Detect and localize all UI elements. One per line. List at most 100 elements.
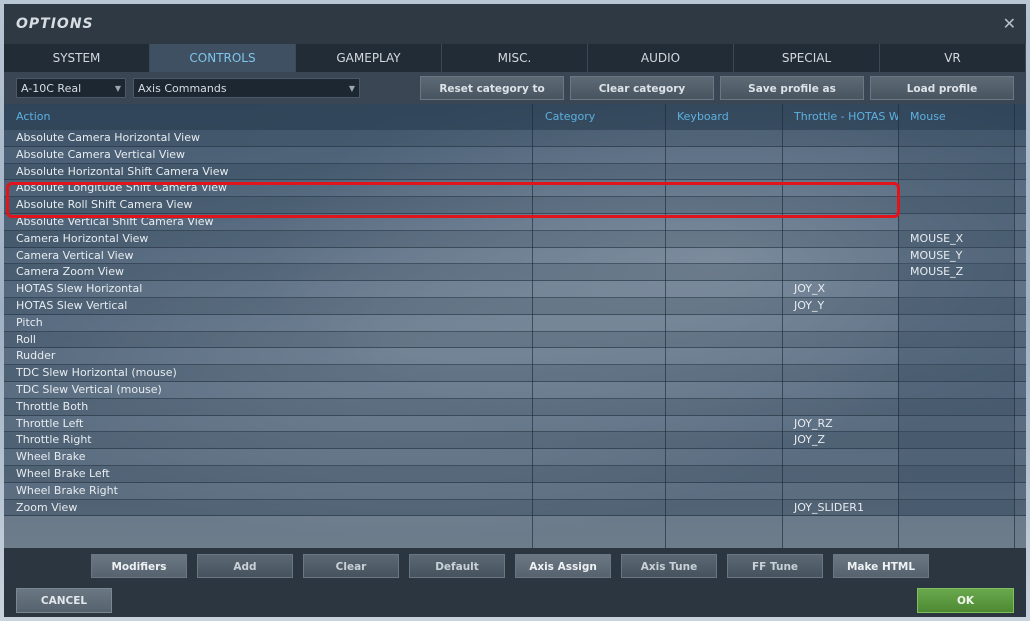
modifiers-button[interactable]: Modifiers: [91, 554, 187, 578]
cell-action[interactable]: Camera Horizontal View: [4, 231, 532, 247]
table-row[interactable]: Wheel Brake Right: [4, 482, 1026, 500]
cell-mouse[interactable]: [898, 281, 1014, 298]
cell-throttle[interactable]: [782, 365, 898, 381]
table-row[interactable]: Absolute Vertical Shift Camera View: [4, 214, 1026, 231]
cell-category[interactable]: [533, 147, 665, 163]
cell-keyboard[interactable]: [665, 315, 782, 331]
cell-keyboard[interactable]: [665, 332, 782, 348]
cell-category[interactable]: [533, 382, 665, 398]
table-row[interactable]: Absolute Camera Vertical View: [4, 146, 1026, 164]
cell-mouse[interactable]: [898, 415, 1014, 432]
table-row[interactable]: Absolute Horizontal Shift Camera View: [4, 163, 1026, 181]
cell-keyboard[interactable]: [665, 264, 782, 280]
cell-mouse[interactable]: [898, 130, 1014, 146]
cell-category[interactable]: [533, 315, 665, 331]
table-row[interactable]: Absolute Longitude Shift Camera View: [4, 180, 1026, 198]
cell-category[interactable]: [533, 281, 665, 297]
cell-throttle[interactable]: [782, 315, 898, 331]
cell-action[interactable]: Absolute Camera Horizontal View: [4, 130, 532, 146]
cell-throttle[interactable]: [782, 382, 898, 398]
cell-throttle[interactable]: JOY_SLIDER1: [782, 500, 898, 516]
cell-mouse[interactable]: [898, 466, 1014, 482]
cell-category[interactable]: [533, 248, 665, 264]
cell-mouse[interactable]: [898, 382, 1014, 398]
ff-tune-button[interactable]: FF Tune: [727, 554, 823, 578]
cell-throttle[interactable]: [782, 147, 898, 163]
cell-action[interactable]: Wheel Brake Right: [4, 483, 532, 499]
make-html-button[interactable]: Make HTML: [833, 554, 929, 578]
add-button[interactable]: Add: [197, 554, 293, 578]
table-row[interactable]: TDC Slew Horizontal (mouse): [4, 365, 1026, 382]
cell-action[interactable]: Absolute Camera Vertical View: [4, 147, 532, 163]
cell-category[interactable]: [533, 449, 665, 465]
cell-throttle[interactable]: [782, 399, 898, 415]
cell-action[interactable]: Camera Zoom View: [4, 264, 532, 280]
cell-category[interactable]: [533, 197, 665, 213]
cell-action[interactable]: TDC Slew Vertical (mouse): [4, 382, 532, 398]
table-row[interactable]: Absolute Camera Horizontal View: [4, 130, 1026, 147]
cancel-button[interactable]: CANCEL: [16, 588, 112, 613]
cell-mouse[interactable]: [898, 214, 1014, 230]
cell-mouse[interactable]: MOUSE_X: [898, 230, 1014, 247]
tab-system[interactable]: SYSTEM: [4, 44, 150, 72]
cell-keyboard[interactable]: [665, 197, 782, 213]
column-header-keyboard[interactable]: Keyboard: [665, 104, 782, 130]
cell-category[interactable]: [533, 365, 665, 381]
cell-throttle[interactable]: [782, 197, 898, 213]
cell-mouse[interactable]: [898, 314, 1014, 331]
cell-action[interactable]: Wheel Brake: [4, 449, 532, 465]
table-row[interactable]: Camera Zoom View MOUSE_Z: [4, 264, 1026, 282]
cell-action[interactable]: Throttle Left: [4, 416, 532, 432]
cell-mouse[interactable]: [898, 197, 1014, 214]
cell-throttle[interactable]: [782, 264, 898, 280]
cell-mouse[interactable]: [898, 482, 1014, 499]
cell-throttle[interactable]: [782, 483, 898, 499]
cell-mouse[interactable]: MOUSE_Z: [898, 264, 1014, 281]
cell-keyboard[interactable]: [665, 432, 782, 448]
cell-keyboard[interactable]: [665, 382, 782, 398]
cell-mouse[interactable]: [898, 146, 1014, 163]
cell-keyboard[interactable]: [665, 231, 782, 247]
clear-button[interactable]: Clear: [303, 554, 399, 578]
table-row[interactable]: Throttle Right JOY_Z: [4, 432, 1026, 450]
cell-keyboard[interactable]: [665, 365, 782, 381]
cell-keyboard[interactable]: [665, 298, 782, 314]
column-header-action[interactable]: Action: [4, 104, 532, 130]
table-row[interactable]: Camera Horizontal View MOUSE_X: [4, 230, 1026, 248]
cell-action[interactable]: Absolute Longitude Shift Camera View: [4, 180, 532, 196]
table-row[interactable]: Wheel Brake: [4, 449, 1026, 466]
cell-action[interactable]: Throttle Both: [4, 399, 532, 415]
column-header-category[interactable]: Category: [533, 104, 665, 130]
table-row[interactable]: Camera Vertical View MOUSE_Y: [4, 247, 1026, 265]
cell-keyboard[interactable]: [665, 449, 782, 465]
cell-action[interactable]: Absolute Roll Shift Camera View: [4, 197, 532, 213]
cell-keyboard[interactable]: [665, 399, 782, 415]
cell-category[interactable]: [533, 298, 665, 314]
ok-button[interactable]: OK: [917, 588, 1014, 613]
save-profile-button[interactable]: Save profile as: [720, 76, 864, 100]
clear-category-button[interactable]: Clear category: [570, 76, 714, 100]
table-row[interactable]: Throttle Both: [4, 398, 1026, 416]
cell-throttle[interactable]: [782, 130, 898, 146]
tab-misc[interactable]: MISC.: [442, 44, 588, 72]
cell-mouse[interactable]: [898, 365, 1014, 382]
cell-action[interactable]: Pitch: [4, 315, 532, 331]
cell-category[interactable]: [533, 164, 665, 180]
cell-action[interactable]: Zoom View: [4, 500, 532, 516]
cell-category[interactable]: [533, 264, 665, 280]
table-row[interactable]: HOTAS Slew Horizontal JOY_X: [4, 281, 1026, 298]
cell-throttle[interactable]: [782, 231, 898, 247]
cell-action[interactable]: Throttle Right: [4, 432, 532, 448]
cell-throttle[interactable]: [782, 214, 898, 230]
cell-mouse[interactable]: MOUSE_Y: [898, 247, 1014, 264]
cell-category[interactable]: [533, 466, 665, 482]
cell-action[interactable]: Camera Vertical View: [4, 248, 532, 264]
tab-audio[interactable]: AUDIO: [588, 44, 734, 72]
cell-category[interactable]: [533, 483, 665, 499]
cell-keyboard[interactable]: [665, 130, 782, 146]
column-header-mouse[interactable]: Mouse: [898, 104, 1014, 130]
cell-throttle[interactable]: [782, 180, 898, 196]
reset-category-button[interactable]: Reset category to default: [420, 76, 564, 119]
tab-gameplay[interactable]: GAMEPLAY: [296, 44, 442, 72]
cell-keyboard[interactable]: [665, 483, 782, 499]
